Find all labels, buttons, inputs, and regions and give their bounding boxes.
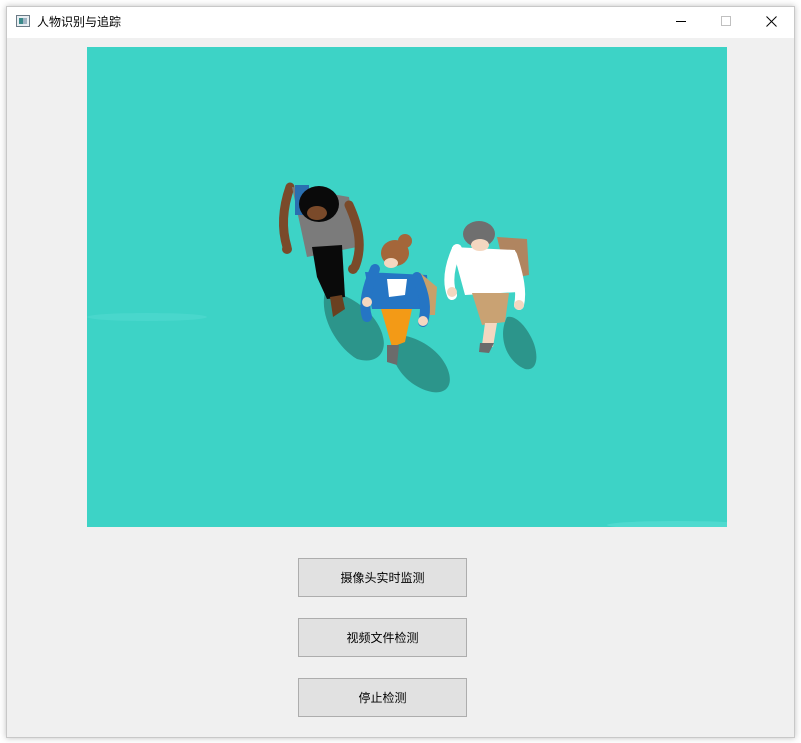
close-icon [766, 16, 777, 27]
video-display [87, 47, 727, 527]
stop-detect-button[interactable]: 停止检测 [298, 678, 467, 717]
app-window-icon [16, 15, 30, 27]
maximize-button[interactable] [704, 7, 749, 37]
close-button[interactable] [749, 7, 794, 37]
people-illustration [87, 182, 727, 527]
minimize-button[interactable] [659, 7, 704, 37]
camera-monitor-button[interactable]: 摄像头实时监测 [298, 558, 467, 597]
main-window: 人物识别与追踪 摄像头实时监测 视频文件检测 停止检测 [6, 6, 795, 738]
maximize-icon [721, 16, 731, 26]
title-bar[interactable]: 人物识别与追踪 [7, 7, 794, 38]
minimize-icon [676, 21, 686, 22]
person-1 [278, 182, 364, 317]
window-title: 人物识别与追踪 [37, 15, 122, 29]
video-file-detect-button[interactable]: 视频文件检测 [298, 618, 467, 657]
